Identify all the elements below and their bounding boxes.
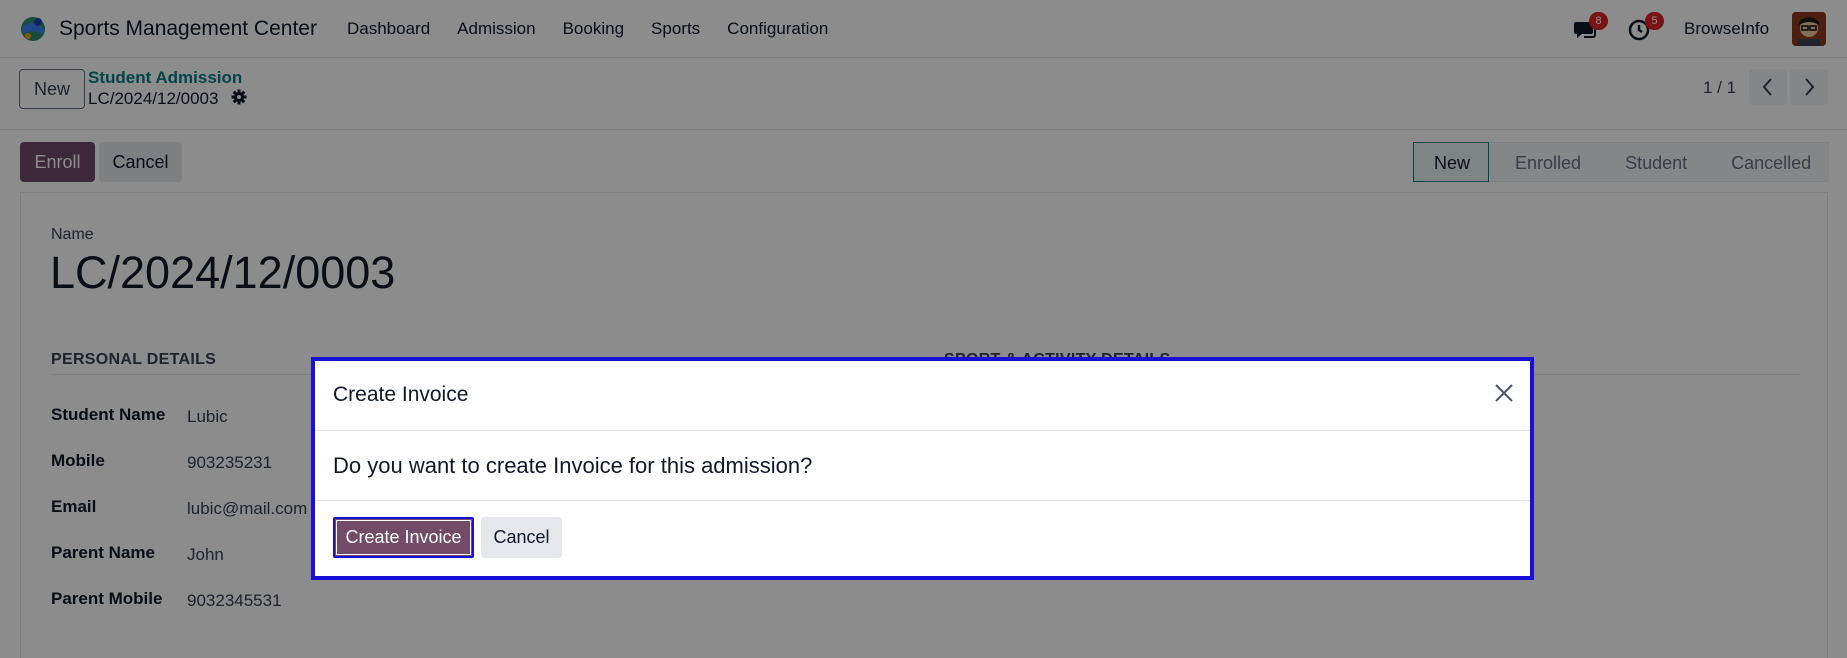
create-invoice-dialog: Create Invoice Do you want to create Inv…	[311, 357, 1534, 580]
dialog-header: Create Invoice	[315, 361, 1530, 431]
dialog-title: Create Invoice	[333, 383, 469, 406]
dialog-body: Do you want to create Invoice for this a…	[315, 431, 1530, 501]
dialog-message: Do you want to create Invoice for this a…	[333, 453, 813, 478]
create-invoice-button[interactable]: Create Invoice	[333, 517, 474, 558]
close-icon[interactable]	[1492, 381, 1516, 405]
dialog-footer: Create Invoice Cancel	[315, 501, 1530, 580]
dialog-cancel-button[interactable]: Cancel	[481, 517, 562, 558]
